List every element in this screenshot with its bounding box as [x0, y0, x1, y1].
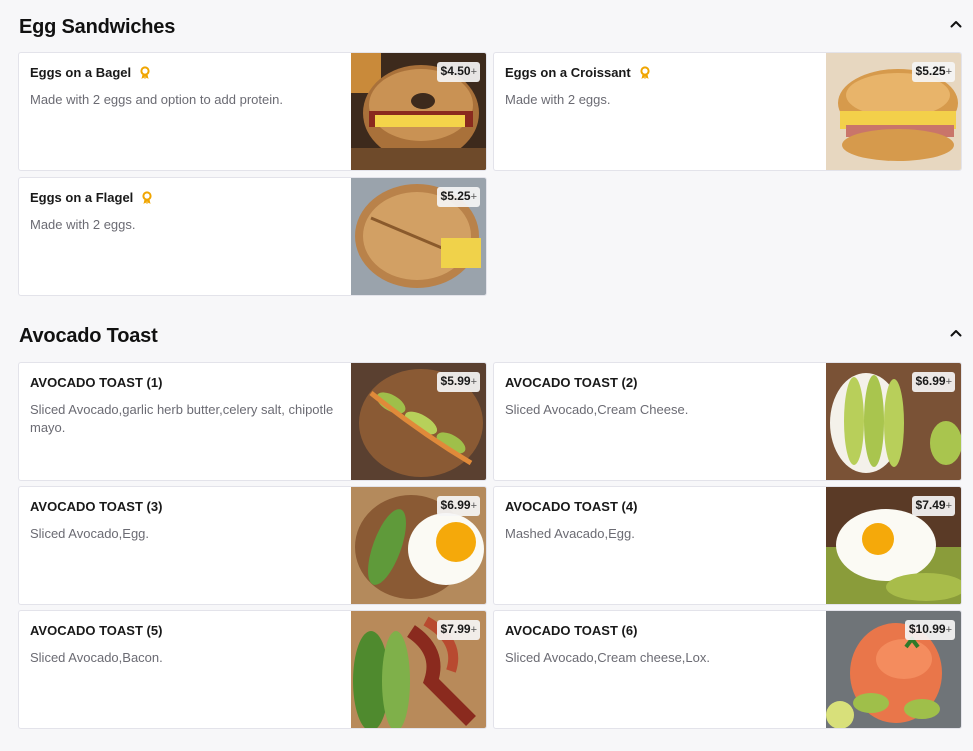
- price-plus: +: [470, 376, 477, 388]
- item-name: Eggs on a Flagel: [30, 190, 134, 205]
- section-header-avocado-toast: Avocado Toast: [19, 322, 969, 350]
- section-title: Avocado Toast: [19, 325, 158, 347]
- price-tag: $6.99+: [436, 496, 480, 516]
- item-description: Sliced Avocado,Cream cheese,Lox.: [505, 650, 710, 665]
- item-name: AVOCADO TOAST (2): [505, 375, 638, 390]
- item-photo: $6.99+: [826, 363, 961, 480]
- item-description: Sliced Avocado,Cream Cheese.: [505, 402, 689, 417]
- award-ribbon-icon: [138, 65, 152, 80]
- item-name: Eggs on a Croissant: [505, 65, 631, 80]
- price-value: $7.49: [915, 498, 946, 512]
- price-plus: +: [470, 500, 477, 512]
- item-description: Sliced Avocado,Egg.: [30, 526, 150, 541]
- item-name: Eggs on a Bagel: [30, 65, 132, 80]
- menu-item-card[interactable]: AVOCADO TOAST (6) Sliced Avocado,Cream c…: [493, 610, 962, 729]
- menu-item-card[interactable]: AVOCADO TOAST (3) Sliced Avocado,Egg. $6…: [18, 486, 487, 605]
- price-plus: +: [470, 624, 477, 636]
- price-plus: +: [945, 376, 952, 388]
- menu-item-card[interactable]: AVOCADO TOAST (2) Sliced Avocado,Cream C…: [493, 362, 962, 481]
- price-value: $5.25: [440, 189, 471, 203]
- price-tag: $5.99+: [436, 372, 480, 392]
- price-value: $7.99: [440, 622, 471, 636]
- menu-item-card[interactable]: AVOCADO TOAST (5) Sliced Avocado,Bacon. …: [18, 610, 487, 729]
- price-tag: $6.99+: [911, 372, 955, 392]
- price-tag: $7.49+: [911, 496, 955, 516]
- item-photo: $7.99+: [351, 611, 486, 728]
- item-description: Made with 2 eggs and option to add prote…: [30, 92, 283, 107]
- item-photo: $5.25+: [826, 53, 961, 170]
- item-title: Eggs on a Croissant: [505, 64, 823, 81]
- item-photo: $4.50+: [351, 53, 486, 170]
- item-name: AVOCADO TOAST (6): [505, 623, 638, 638]
- item-name: AVOCADO TOAST (5): [30, 623, 163, 638]
- item-photo: $7.49+: [826, 487, 961, 604]
- item-title: Eggs on a Flagel: [30, 189, 348, 206]
- price-plus: +: [470, 191, 477, 203]
- item-name: AVOCADO TOAST (1): [30, 375, 163, 390]
- award-ribbon-icon: [140, 190, 154, 205]
- collapse-section-button[interactable]: [947, 15, 965, 33]
- item-photo: $10.99+: [826, 611, 961, 728]
- section-title: Egg Sandwiches: [19, 16, 176, 38]
- section-header-egg-sandwiches: Egg Sandwiches: [19, 13, 969, 41]
- item-description: Made with 2 eggs.: [505, 92, 611, 107]
- price-value: $5.99: [440, 374, 471, 388]
- price-tag: $5.25+: [911, 62, 955, 82]
- chevron-up-icon: [950, 21, 962, 28]
- item-name: AVOCADO TOAST (3): [30, 499, 163, 514]
- price-plus: +: [945, 500, 952, 512]
- item-name: AVOCADO TOAST (4): [505, 499, 638, 514]
- menu-item-card[interactable]: AVOCADO TOAST (1) Sliced Avocado,garlic …: [18, 362, 487, 481]
- price-plus: +: [945, 66, 952, 78]
- item-description: Sliced Avocado,Bacon.: [30, 650, 163, 665]
- item-photo: $5.99+: [351, 363, 486, 480]
- item-description: Sliced Avocado,garlic herb butter,celery…: [30, 402, 334, 435]
- price-tag: $4.50+: [436, 62, 480, 82]
- item-photo: $5.25+: [351, 178, 486, 295]
- item-title: Eggs on a Bagel: [30, 64, 348, 81]
- award-ribbon-icon: [638, 65, 652, 80]
- collapse-section-button[interactable]: [947, 324, 965, 342]
- chevron-up-icon: [950, 330, 962, 337]
- menu-item-card[interactable]: Eggs on a Flagel Made with 2 eggs. $5.25…: [18, 177, 487, 296]
- price-tag: $10.99+: [904, 620, 955, 640]
- price-value: $6.99: [440, 498, 471, 512]
- menu-item-card[interactable]: AVOCADO TOAST (4) Mashed Avacado,Egg. $7…: [493, 486, 962, 605]
- item-photo: $6.99+: [351, 487, 486, 604]
- price-tag: $7.99+: [436, 620, 480, 640]
- price-value: $5.25: [915, 64, 946, 78]
- price-tag: $5.25+: [436, 187, 480, 207]
- price-value: $4.50: [440, 64, 471, 78]
- menu-item-card[interactable]: Eggs on a Croissant Made with 2 eggs. $5…: [493, 52, 962, 171]
- price-plus: +: [945, 624, 952, 636]
- item-description: Made with 2 eggs.: [30, 217, 136, 232]
- price-value: $10.99: [908, 622, 946, 636]
- menu-item-card[interactable]: Eggs on a Bagel Made with 2 eggs and opt…: [18, 52, 487, 171]
- item-description: Mashed Avacado,Egg.: [505, 526, 635, 541]
- price-plus: +: [470, 66, 477, 78]
- price-value: $6.99: [915, 374, 946, 388]
